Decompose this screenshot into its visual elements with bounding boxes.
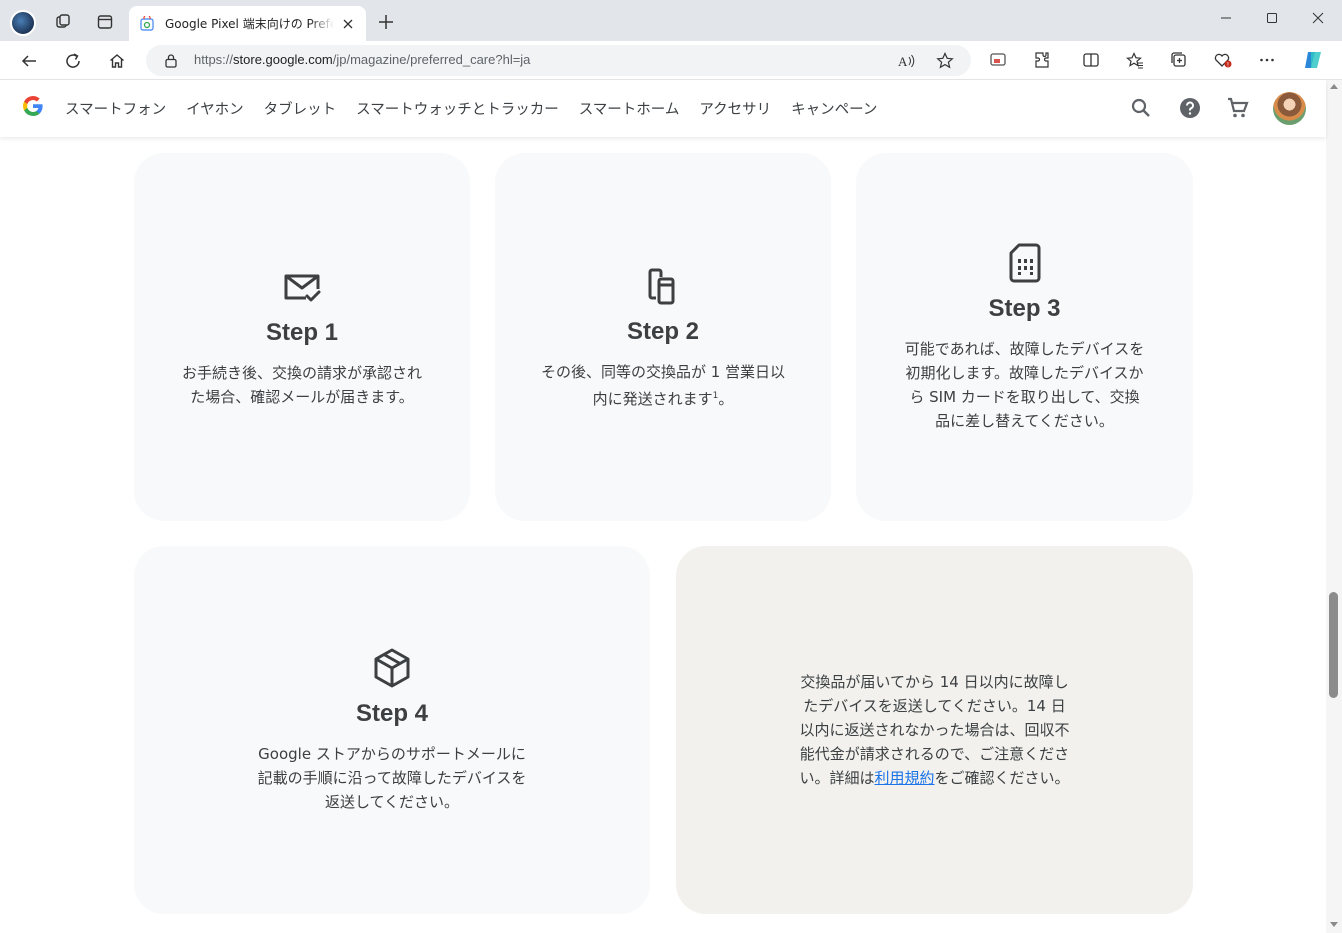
tab-actions-icon[interactable] xyxy=(91,8,119,36)
step-title: Step 4 xyxy=(355,700,429,727)
notice-line: 交換品が届いてから 14 日以内に故障し xyxy=(800,673,1069,691)
notice-text: い。詳細は xyxy=(799,769,875,787)
google-store-favicon-icon xyxy=(140,15,154,31)
step-line: 記載の手順に沿って故障したデバイスを xyxy=(257,769,527,787)
back-icon[interactable] xyxy=(14,46,44,76)
url-text[interactable]: https://store.google.com/jp/magazine/pre… xyxy=(194,52,530,67)
step-card-1: Step 1 お手続き後、交換の請求が承認され た場合、確認メールが届きます。 xyxy=(134,153,470,521)
step-line-suffix: 。 xyxy=(718,389,734,408)
cart-icon[interactable] xyxy=(1226,96,1250,120)
search-icon[interactable] xyxy=(1129,96,1153,120)
step-description: その後、同等の交換品が 1 営業日以 内に発送されます1。 xyxy=(541,360,785,411)
notice-line: い。詳細は利用規約をご確認ください。 xyxy=(799,766,1069,790)
tab-close-icon[interactable] xyxy=(340,16,356,32)
step-line: 可能であれば、故障したデバイスを xyxy=(904,340,1145,358)
collections-icon[interactable] xyxy=(1168,49,1190,71)
copilot-icon[interactable] xyxy=(1302,49,1324,71)
tab-title: Google Pixel 端末向けの Preferred Care xyxy=(165,17,334,31)
step-title: Step 3 xyxy=(988,295,1061,322)
browser-profile-avatar[interactable] xyxy=(10,10,36,36)
step-card-2: Step 2 その後、同等の交換品が 1 営業日以 内に発送されます1。 xyxy=(495,153,831,521)
lock-icon[interactable] xyxy=(164,53,178,68)
step-title: Step 2 xyxy=(626,317,700,345)
page-scrollbar[interactable] xyxy=(1326,80,1342,933)
more-options-icon[interactable] xyxy=(1256,49,1278,71)
nav-item-tablets[interactable]: タブレット xyxy=(264,98,337,119)
browser-essentials-icon[interactable]: ! xyxy=(1212,49,1234,71)
nav-item-smartphones[interactable]: スマートフォン xyxy=(65,98,166,119)
step-line: その後、同等の交換品が 1 営業日以 xyxy=(540,362,786,381)
maximize-icon[interactable] xyxy=(1249,4,1295,32)
step-card-4: Step 4 Google ストアからのサポートメールに 記載の手順に沿って故障… xyxy=(134,546,650,914)
notice-line: 能代金が請求されるので、ご注意くださ xyxy=(799,745,1070,763)
step-line: Google ストアからのサポートメールに xyxy=(258,745,526,763)
url-path: /jp/magazine/preferred_care?hl=ja xyxy=(332,52,531,67)
nav-item-earbuds[interactable]: イヤホン xyxy=(186,98,244,119)
scroll-thumb[interactable] xyxy=(1329,592,1338,698)
home-icon[interactable] xyxy=(102,46,132,76)
step-line: ら SIM カードを取り出して、交換 xyxy=(909,388,1140,406)
svg-text:!: ! xyxy=(1227,62,1229,69)
step-line: 返送してください。 xyxy=(324,793,460,811)
account-avatar[interactable] xyxy=(1273,92,1306,125)
address-bar[interactable]: https://store.google.com/jp/magazine/pre… xyxy=(146,45,971,76)
mail-check-icon xyxy=(284,274,321,302)
browser-tabstrip: Google Pixel 端末向けの Preferred Care xyxy=(0,0,1342,41)
site-header: スマートフォン イヤホン タブレット スマートウォッチとトラッカー スマートホー… xyxy=(0,80,1326,137)
step-line: 内に発送されます1。 xyxy=(541,384,785,411)
step-line: 品に差し替えてください。 xyxy=(935,412,1114,430)
step-card-3: Step 3 可能であれば、故障したデバイスを 初期化します。故障したデバイスか… xyxy=(856,153,1193,521)
return-notice-text: 交換品が届いてから 14 日以内に故障し たデバイスを返送してください。14 日… xyxy=(799,670,1069,790)
step-line: お手続き後、交換の請求が承認され xyxy=(181,364,422,382)
step-line: た場合、確認メールが届きます。 xyxy=(190,388,414,406)
url-scheme: https:// xyxy=(194,52,234,67)
site-nav: スマートフォン イヤホン タブレット スマートウォッチとトラッカー スマートホー… xyxy=(65,98,877,119)
close-window-icon[interactable] xyxy=(1295,4,1341,32)
notice-text: をご確認ください。 xyxy=(934,769,1070,787)
split-screen-icon[interactable] xyxy=(1080,49,1102,71)
step-title: Step 1 xyxy=(265,319,339,346)
favorites-icon[interactable] xyxy=(1124,49,1146,71)
scroll-down-icon[interactable] xyxy=(1330,922,1338,927)
browser-toolbar: https://store.google.com/jp/magazine/pre… xyxy=(0,41,1342,80)
nav-item-campaigns[interactable]: キャンペーン xyxy=(791,98,877,119)
read-aloud-icon[interactable]: A xyxy=(896,51,916,71)
refresh-icon[interactable] xyxy=(58,46,88,76)
favorite-star-icon[interactable] xyxy=(935,51,955,71)
step-line: 初期化します。故障したデバイスか xyxy=(905,364,1144,382)
step-line-text: 内に発送されます xyxy=(592,389,713,408)
browser-tab-active[interactable]: Google Pixel 端末向けの Preferred Care xyxy=(129,6,366,41)
terms-link[interactable]: 利用規約 xyxy=(874,769,934,787)
package-icon xyxy=(374,648,410,688)
step-description: 可能であれば、故障したデバイスを 初期化します。故障したデバイスか ら SIM … xyxy=(905,337,1144,433)
svg-text:A: A xyxy=(898,54,908,69)
return-notice-card: 交換品が届いてから 14 日以内に故障し たデバイスを返送してください。14 日… xyxy=(676,546,1193,914)
url-host: store.google.com xyxy=(233,52,333,67)
sim-card-icon xyxy=(1009,243,1040,283)
nav-item-watches[interactable]: スマートウォッチとトラッカー xyxy=(356,98,559,119)
new-tab-icon[interactable] xyxy=(374,10,398,34)
scroll-up-icon[interactable] xyxy=(1330,84,1338,89)
step-description: お手続き後、交換の請求が承認され た場合、確認メールが届きます。 xyxy=(182,361,422,409)
notice-line: 以内に返送されなかった場合は、回収不 xyxy=(799,721,1070,739)
page-content: Step 1 お手続き後、交換の請求が承認され た場合、確認メールが届きます。 … xyxy=(0,137,1326,933)
google-logo-icon[interactable] xyxy=(21,94,45,118)
cast-icon[interactable] xyxy=(987,49,1009,71)
nav-item-accessories[interactable]: アクセサリ xyxy=(699,98,771,119)
devices-icon xyxy=(648,268,675,304)
workspaces-icon[interactable] xyxy=(49,8,77,36)
minimize-icon[interactable] xyxy=(1203,4,1249,32)
step-description: Google ストアからのサポートメールに 記載の手順に沿って故障したデバイスを… xyxy=(258,742,527,814)
nav-item-smart-home[interactable]: スマートホーム xyxy=(579,98,680,119)
help-icon[interactable] xyxy=(1178,96,1202,120)
notice-line: たデバイスを返送してください。14 日 xyxy=(803,697,1066,715)
extensions-icon[interactable] xyxy=(1031,49,1053,71)
